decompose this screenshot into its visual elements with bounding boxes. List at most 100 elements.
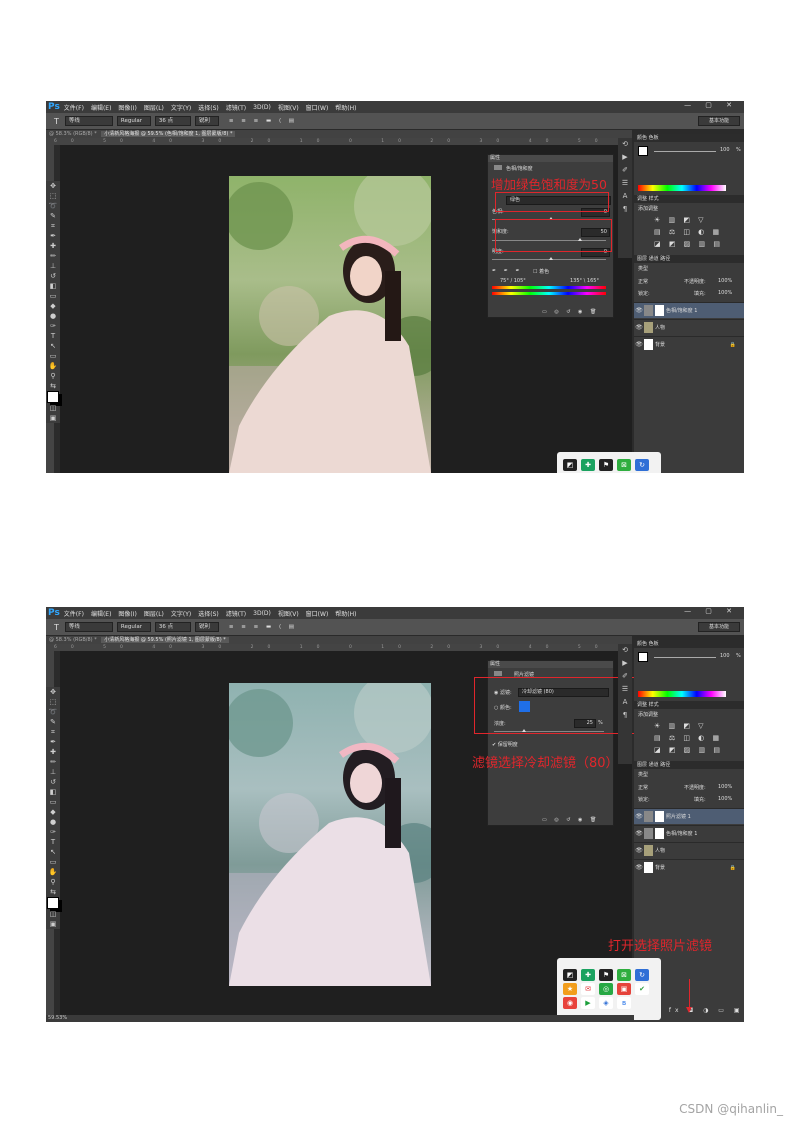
hand-tool-icon[interactable]: ✋ <box>49 361 58 371</box>
workspace-select[interactable]: 基本功能 <box>697 116 740 126</box>
font-family-select[interactable]: 等线 <box>64 622 113 632</box>
zoom-tool-icon[interactable]: ⚲ <box>50 877 55 887</box>
window-buttons[interactable]: — ▢ ✕ <box>684 101 738 109</box>
para-panel-icon[interactable]: ¶ <box>623 709 627 722</box>
visibility-eye-icon[interactable]: 👁 <box>634 813 644 820</box>
eyedropper-icon[interactable]: ✒ <box>50 231 56 241</box>
pen-tool-icon[interactable]: ✑ <box>50 321 56 331</box>
tab-paths[interactable]: 路径 <box>660 762 670 768</box>
opacity-input[interactable]: 100% <box>718 784 732 790</box>
tab-document-2[interactable]: 小清新风格海报 @ 59.5% (照片滤镜 1, 图层蒙版/8) * <box>101 637 229 643</box>
menu-file[interactable]: 文件(F) <box>64 103 84 112</box>
menu-layer[interactable]: 图层(L) <box>144 609 164 618</box>
visibility-eye-icon[interactable]: 👁 <box>634 307 644 314</box>
menu-select[interactable]: 选择(S) <box>198 609 219 618</box>
layer-row[interactable]: 👁 人物 <box>634 319 744 335</box>
colorize-checkbox[interactable]: ☐ 着色 <box>533 268 549 275</box>
history-brush-icon[interactable]: ↺ <box>50 777 56 787</box>
menu-3d[interactable]: 3D(D) <box>253 610 271 617</box>
move-tool-icon[interactable]: ✥ <box>50 181 56 191</box>
eraser-icon[interactable]: ◧ <box>50 787 57 797</box>
ime-icon-1[interactable]: ◩ <box>563 458 577 471</box>
tab-color[interactable]: 颜色 <box>637 135 647 141</box>
layers-footer-icons[interactable]: ⚭ fx ◘ ◑ ▭ ▣ 🗑 <box>654 1007 744 1021</box>
history-icon[interactable]: ⟲ <box>622 644 628 657</box>
ime-icon-4[interactable]: ⊠ <box>617 458 631 471</box>
color-spectrum[interactable] <box>638 185 726 191</box>
window-buttons[interactable]: — ▢ ✕ <box>684 607 738 615</box>
swap-colors-icon[interactable]: ⇆ <box>50 887 56 897</box>
shape-tool-icon[interactable]: ▭ <box>50 857 57 867</box>
visibility-eye-icon[interactable]: 👁 <box>634 324 644 331</box>
zoom-level[interactable]: 59.53% <box>48 1015 67 1021</box>
layer-row[interactable]: 👁 背景 🔒 <box>634 336 744 352</box>
visibility-eye-icon[interactable]: 👁 <box>634 864 644 871</box>
dodge-icon[interactable]: ● <box>50 311 56 321</box>
tab-styles[interactable]: 样式 <box>649 702 659 708</box>
blur-icon[interactable]: ◆ <box>50 807 55 817</box>
align-icons[interactable]: ≡ ≡ ≡ ▬ ⟨ ▤ <box>229 118 297 124</box>
screen-mode-icon[interactable]: ▣ <box>50 919 57 929</box>
menu-layer[interactable]: 图层(L) <box>144 103 164 112</box>
ime-icon-2[interactable]: ✚ <box>581 458 595 471</box>
zoom-tool-icon[interactable]: ⚲ <box>50 371 55 381</box>
tab-paths[interactable]: 路径 <box>660 256 670 262</box>
menu-filter[interactable]: 滤镜(T) <box>226 103 246 112</box>
lasso-tool-icon[interactable]: ➰ <box>49 707 58 717</box>
menu-edit[interactable]: 编辑(E) <box>91 103 111 112</box>
ime-icon-2[interactable]: ✚ <box>581 969 595 981</box>
tab-document-2[interactable]: 小清新风格海报 @ 59.5% (色相/饱和度 1, 图层蒙版/8) * <box>101 131 236 137</box>
blur-icon[interactable]: ◆ <box>50 301 55 311</box>
antialias-select[interactable]: 锐利 <box>194 622 219 632</box>
ime-icon-5[interactable]: ↻ <box>635 458 649 471</box>
adjust-panel-icon[interactable]: ☰ <box>622 177 628 190</box>
menu-filter[interactable]: 滤镜(T) <box>226 609 246 618</box>
tab-channels[interactable]: 通道 <box>649 256 659 262</box>
ime-icon-4[interactable]: ⊠ <box>617 969 631 981</box>
actions-icon[interactable]: ▶ <box>622 657 627 670</box>
eyedropper-icon[interactable]: ✒ <box>50 737 56 747</box>
menu-view[interactable]: 视图(V) <box>278 609 299 618</box>
layer-kind-filter[interactable]: 类型 <box>638 771 648 778</box>
color-slider[interactable] <box>654 657 716 658</box>
fill-input[interactable]: 100% <box>718 290 732 296</box>
menu-view[interactable]: 视图(V) <box>278 103 299 112</box>
layer-row[interactable]: 👁 背景 🔒 <box>634 859 744 875</box>
swap-colors-icon[interactable]: ⇆ <box>50 381 56 391</box>
antialias-select[interactable]: 锐利 <box>194 116 219 126</box>
menu-window[interactable]: 窗口(W) <box>306 609 329 618</box>
char-panel-icon[interactable]: A <box>623 696 628 709</box>
quick-select-icon[interactable]: ✎ <box>50 211 56 221</box>
tab-document-1[interactable]: @ 58.3% (RGB/8) * <box>46 637 100 643</box>
menu-type[interactable]: 文字(Y) <box>171 609 191 618</box>
para-panel-icon[interactable]: ¶ <box>623 203 627 216</box>
lasso-tool-icon[interactable]: ➰ <box>49 201 58 211</box>
stamp-tool-icon[interactable]: ⊥ <box>50 261 56 271</box>
lightness-slider[interactable] <box>492 257 606 260</box>
font-style-select[interactable]: Regular <box>116 622 151 632</box>
layer-row[interactable]: 👁 照片滤镜 1 <box>634 808 744 824</box>
visibility-eye-icon[interactable]: 👁 <box>634 847 644 854</box>
brush-tool-icon[interactable]: ✏ <box>50 251 56 261</box>
crop-tool-icon[interactable]: ⌗ <box>51 221 55 231</box>
align-icons[interactable]: ≡ ≡ ≡ ▬ ⟨ ▤ <box>229 624 297 630</box>
tab-color[interactable]: 颜色 <box>637 641 647 647</box>
tab-swatches[interactable]: 色板 <box>649 135 659 141</box>
ime-icon-5[interactable]: ↻ <box>635 969 649 981</box>
char-panel-icon[interactable]: A <box>623 190 628 203</box>
brush-panel-icon[interactable]: ✐ <box>622 164 628 177</box>
path-select-icon[interactable]: ↖ <box>50 847 56 857</box>
adjust-panel-icon[interactable]: ☰ <box>622 683 628 696</box>
healing-icon[interactable]: ✚ <box>50 747 56 757</box>
menu-image[interactable]: 图像(I) <box>118 609 136 618</box>
adjustment-icons[interactable]: ☀ ▥ ◩ ▽ ▤ ⚖ ◫ ◐ ▦ ◪ ◩ ▨ ▥ ▤ <box>654 214 723 250</box>
ime-icon-3[interactable]: ⚑ <box>599 458 613 471</box>
font-size-select[interactable]: 36 点 <box>154 622 191 632</box>
font-size-select[interactable]: 36 点 <box>154 116 191 126</box>
menu-edit[interactable]: 编辑(E) <box>91 609 111 618</box>
tab-styles[interactable]: 样式 <box>649 196 659 202</box>
color-slider[interactable] <box>654 151 716 152</box>
healing-icon[interactable]: ✚ <box>50 241 56 251</box>
gradient-icon[interactable]: ▭ <box>50 291 57 301</box>
marquee-tool-icon[interactable]: ⬚ <box>50 191 57 201</box>
